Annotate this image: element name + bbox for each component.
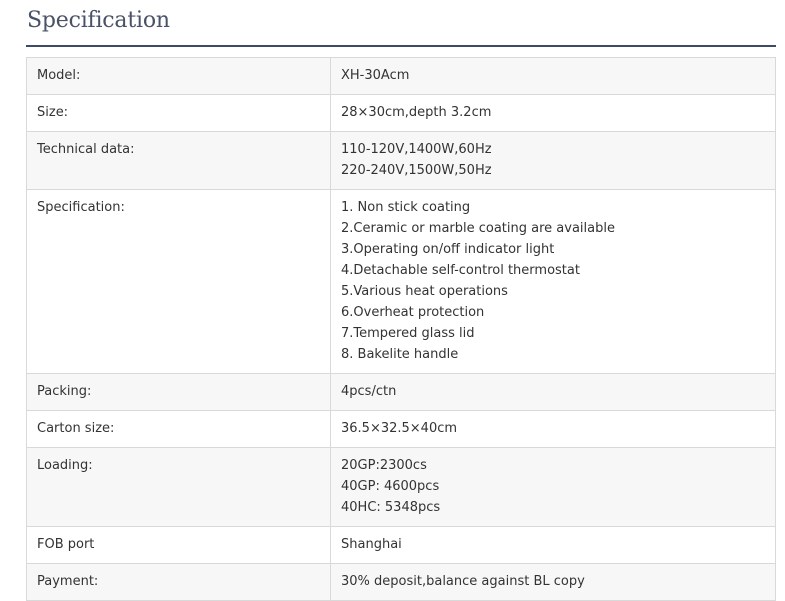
heading-divider (26, 45, 776, 47)
table-row-packing: Packing: 4pcs/ctn (26, 373, 776, 411)
row-value: Shanghai (330, 526, 776, 564)
value-line: 8. Bakelite handle (341, 347, 459, 362)
value-line: 1. Non stick coating (341, 200, 471, 215)
table-row-technical-data: Technical data: 110-120V,1400W,60Hz 220-… (26, 131, 776, 190)
row-value: 110-120V,1400W,60Hz 220-240V,1500W,50Hz (330, 131, 776, 190)
table-row-carton-size: Carton size: 36.5×32.5×40cm (26, 410, 776, 448)
value-line: 110-120V,1400W,60Hz (341, 142, 492, 157)
table-row-loading: Loading: 20GP:2300cs 40GP: 4600pcs 40HC:… (26, 447, 776, 527)
value-line: 3.Operating on/off indicator light (341, 242, 555, 257)
table-row-fob-port: FOB port Shanghai (26, 526, 776, 564)
row-value: 30% deposit,balance against BL copy (330, 563, 776, 601)
value-line: 220-240V,1500W,50Hz (341, 163, 492, 178)
value-line: 40HC: 5348pcs (341, 500, 441, 515)
value-line: Shanghai (341, 537, 402, 552)
table-row-model: Model: XH-30Acm (26, 57, 776, 95)
row-value: 4pcs/ctn (330, 373, 776, 411)
table-row-size: Size: 28×30cm,depth 3.2cm (26, 94, 776, 132)
table-row-specification: Specification: 1. Non stick coating 2.Ce… (26, 189, 776, 374)
value-line: 5.Various heat operations (341, 284, 508, 299)
row-label: Payment: (26, 563, 331, 601)
row-label: Loading: (26, 447, 331, 527)
page-title: Specification (27, 8, 170, 33)
row-label: Specification: (26, 189, 331, 374)
row-value: XH-30Acm (330, 57, 776, 95)
value-line: 28×30cm,depth 3.2cm (341, 105, 492, 120)
row-label: FOB port (26, 526, 331, 564)
value-line: 40GP: 4600pcs (341, 479, 440, 494)
table-row-payment: Payment: 30% deposit,balance against BL … (26, 563, 776, 601)
value-line: 2.Ceramic or marble coating are availabl… (341, 221, 615, 236)
row-value: 36.5×32.5×40cm (330, 410, 776, 448)
value-line: 4.Detachable self-control thermostat (341, 263, 580, 278)
row-label: Technical data: (26, 131, 331, 190)
value-line: 7.Tempered glass lid (341, 326, 475, 341)
value-line: 36.5×32.5×40cm (341, 421, 458, 436)
row-value: 28×30cm,depth 3.2cm (330, 94, 776, 132)
row-label: Size: (26, 94, 331, 132)
row-label: Carton size: (26, 410, 331, 448)
row-label: Packing: (26, 373, 331, 411)
value-line: 20GP:2300cs (341, 458, 427, 473)
specification-table: Model: XH-30Acm Size: 28×30cm,depth 3.2c… (26, 57, 776, 601)
value-line: XH-30Acm (341, 68, 410, 83)
row-label: Model: (26, 57, 331, 95)
value-line: 4pcs/ctn (341, 384, 397, 399)
value-line: 30% deposit,balance against BL copy (341, 574, 585, 589)
value-line: 6.Overheat protection (341, 305, 485, 320)
row-value: 20GP:2300cs 40GP: 4600pcs 40HC: 5348pcs (330, 447, 776, 527)
row-value: 1. Non stick coating 2.Ceramic or marble… (330, 189, 776, 374)
